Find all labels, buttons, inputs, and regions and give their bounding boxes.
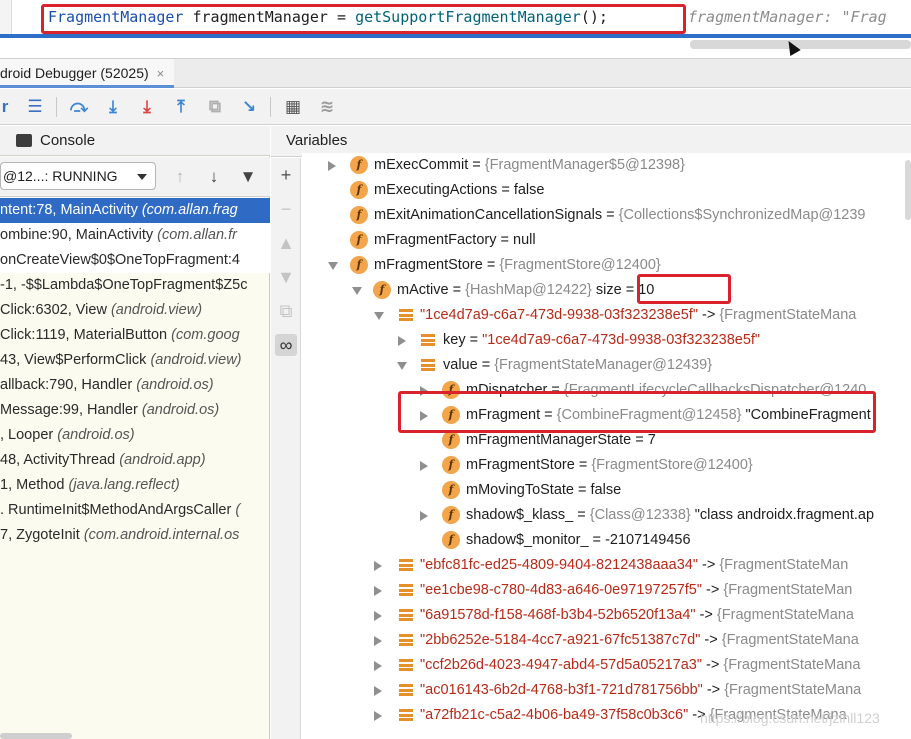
editor-gutter <box>0 0 12 36</box>
expand-arrow-icon[interactable] <box>374 686 382 696</box>
map-entry-icon <box>399 659 413 671</box>
debugger-tab-row: droid Debugger (52025) × <box>0 58 911 88</box>
frame-item[interactable]: onCreateView$0$OneTopFragment:4 <box>0 248 270 273</box>
toolbar-separator <box>270 97 271 117</box>
frames-panel: Console @12...: RUNNING ↑ ↓ ▼ ntent:78, … <box>0 126 270 739</box>
field-icon: f <box>442 506 460 524</box>
variables-tree: f mExecCommit = {FragmentManager$5@12398… <box>302 153 911 739</box>
map-entry-icon <box>399 684 413 696</box>
menu-icon[interactable]: ☰ <box>24 96 46 118</box>
add-watch-icon[interactable]: + <box>275 164 297 186</box>
field-icon: f <box>350 181 368 199</box>
console-label: Console <box>40 132 96 149</box>
frame-item[interactable]: . RuntimeInit$MethodAndArgsCaller ( <box>0 498 270 523</box>
execution-line-marker <box>0 34 911 38</box>
field-icon: f <box>442 431 460 449</box>
watermark: https://blog.csdn.net/jzlhll123 <box>700 710 880 726</box>
toolbar-separator <box>56 97 57 117</box>
map-entry-icon <box>399 634 413 646</box>
trace-icon[interactable]: ≋ <box>316 96 338 118</box>
expand-arrow-icon[interactable] <box>374 636 382 646</box>
map-entry-icon <box>399 559 413 571</box>
chevron-down-icon <box>137 174 147 180</box>
debugger-toolbar: r ☰ ⤼ ⤓ ⤓ ⤒ ⧉ ↘ ▦ ≋ <box>0 89 911 125</box>
expand-arrow-icon[interactable] <box>374 561 382 571</box>
field-icon: f <box>350 156 368 174</box>
step-into-icon[interactable]: ⤓ <box>102 96 124 118</box>
frame-item[interactable]: Click:6302, View (android.view) <box>0 298 270 323</box>
frame-item[interactable]: 43, View$PerformClick (android.view) <box>0 348 270 373</box>
close-icon[interactable]: × <box>157 66 165 81</box>
remove-watch-icon[interactable]: − <box>275 198 297 220</box>
frame-item[interactable]: 7, ZygoteInit (com.android.internal.os <box>0 523 270 548</box>
frame-item[interactable]: ntent:78, MainActivity (com.allan.frag <box>0 198 270 223</box>
expand-arrow-icon[interactable] <box>328 161 336 171</box>
tab-android-debugger[interactable]: droid Debugger (52025) × <box>0 59 175 88</box>
tab-console[interactable]: Console <box>0 126 270 156</box>
frame-down-icon[interactable]: ↓ <box>204 167 224 187</box>
expand-arrow-icon[interactable] <box>420 461 428 471</box>
field-icon: f <box>442 531 460 549</box>
force-step-into-icon[interactable]: ⤓ <box>136 96 158 118</box>
field-icon: f <box>350 256 368 274</box>
frame-up-icon[interactable]: ↑ <box>170 167 190 187</box>
code-highlight-box <box>41 4 686 34</box>
expand-arrow-icon[interactable] <box>374 711 382 721</box>
frames-list: ntent:78, MainActivity (com.allan.frag o… <box>0 198 270 548</box>
tab-label: droid Debugger (52025) <box>0 65 149 81</box>
field-icon: f <box>442 481 460 499</box>
console-icon <box>16 134 32 147</box>
collapse-arrow-icon[interactable] <box>352 287 362 295</box>
collapse-arrow-icon[interactable] <box>328 262 338 270</box>
frame-item[interactable]: Message:99, Handler (android.os) <box>0 398 270 423</box>
evaluate-icon[interactable]: ▦ <box>282 96 304 118</box>
expand-arrow-icon[interactable] <box>374 611 382 621</box>
map-entry-icon <box>399 609 413 621</box>
frames-horizontal-scrollbar[interactable] <box>0 733 72 739</box>
thread-dropdown[interactable]: @12...: RUNNING <box>0 162 156 190</box>
mfragment-highlight-box <box>398 391 876 433</box>
expand-arrow-icon[interactable] <box>374 586 382 596</box>
frame-item[interactable]: 1, Method (java.lang.reflect) <box>0 473 270 498</box>
thread-dropdown-value: @12...: RUNNING <box>3 168 118 184</box>
drop-frame-icon[interactable]: ⧉ <box>204 96 226 118</box>
code-editor[interactable]: FragmentManager fragmentManager = getSup… <box>0 0 911 40</box>
watches-glasses-icon[interactable]: ∞ <box>275 334 297 356</box>
frame-item[interactable]: , Looper (android.os) <box>0 423 270 448</box>
variables-side-toolbar: + − ▲ ▼ ⧉ ∞ <box>271 158 301 739</box>
map-entry-icon <box>421 359 435 371</box>
step-out-icon[interactable]: ⤒ <box>170 96 192 118</box>
variables-vertical-scrollbar[interactable] <box>905 160 911 220</box>
field-icon: f <box>373 281 391 299</box>
run-to-cursor-icon[interactable]: ↘ <box>238 96 260 118</box>
map-entry-icon <box>421 334 435 346</box>
frame-item[interactable]: ombine:90, MainActivity (com.allan.fr <box>0 223 270 248</box>
size-highlight-box <box>637 274 731 304</box>
thread-selector-row: @12...: RUNNING ↑ ↓ ▼ <box>0 157 270 197</box>
field-icon: f <box>350 206 368 224</box>
inline-value-hint: fragmentManager: "Frag <box>688 8 887 26</box>
filter-icon[interactable]: ▼ <box>238 167 258 187</box>
field-icon: f <box>350 231 368 249</box>
frame-item[interactable]: Click:1119, MaterialButton (com.goog <box>0 323 270 348</box>
field-icon: f <box>442 456 460 474</box>
move-down-icon[interactable]: ▼ <box>275 266 297 288</box>
map-entry-icon <box>399 709 413 721</box>
step-over-icon[interactable]: ⤼ <box>68 96 90 118</box>
collapse-arrow-icon[interactable] <box>397 362 407 370</box>
variables-title: Variables <box>286 132 348 149</box>
frame-item[interactable]: -1, -$$Lambda$OneTopFragment$Z5c <box>0 273 270 298</box>
frame-item[interactable]: 48, ActivityThread (android.app) <box>0 448 270 473</box>
map-entry-icon <box>399 309 413 321</box>
rerun-icon[interactable]: r <box>0 96 16 118</box>
copy-icon[interactable]: ⧉ <box>275 300 297 322</box>
map-entry-icon <box>399 584 413 596</box>
collapse-arrow-icon[interactable] <box>374 312 384 320</box>
move-up-icon[interactable]: ▲ <box>275 232 297 254</box>
expand-arrow-icon[interactable] <box>420 511 428 521</box>
editor-horizontal-scrollbar[interactable] <box>690 40 911 49</box>
frame-item[interactable]: allback:790, Handler (android.os) <box>0 373 270 398</box>
expand-arrow-icon[interactable] <box>398 336 406 346</box>
expand-arrow-icon[interactable] <box>374 661 382 671</box>
